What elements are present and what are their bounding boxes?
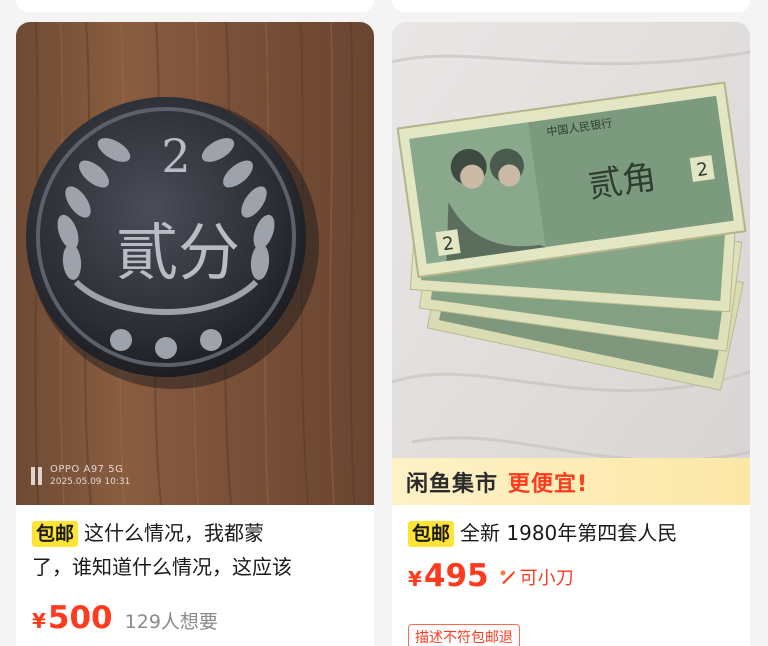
watermark-date: 2025.05.09 10:31 — [50, 477, 131, 487]
product-image-coin[interactable]: 2 貳分 — [16, 22, 374, 505]
title-line-2: 了，谁知道什么情况，这应该 — [32, 555, 292, 579]
product-title[interactable]: 包邮 全新 1980年第四套人民 — [408, 516, 738, 550]
price-row: ¥ 495 可小刀 — [408, 558, 574, 594]
knife-icon — [500, 570, 515, 584]
free-shipping-tag: 包邮 — [32, 521, 79, 547]
banner-accent: 更便宜! — [508, 471, 589, 497]
price-row: ¥ 500 129人想要 — [32, 600, 218, 636]
coin-denomination-text: 2 — [161, 129, 190, 183]
product-title[interactable]: 包邮 这什么情况，我都蒙 了，谁知道什么情况，这应该 — [32, 516, 362, 584]
xianyu-market-banner[interactable]: 闲鱼集市 更便宜! — [392, 458, 750, 505]
watermark-model: OPPO A97 5G — [50, 464, 124, 475]
return-policy-badge: 描述不符包邮退 — [408, 624, 520, 646]
coin-inscription-text: 貳分 — [116, 216, 240, 289]
banner-brand: 闲鱼集市 — [406, 471, 499, 497]
title-line-1: 全新 1980年第四套人民 — [460, 521, 678, 545]
camera-watermark: OPPO A97 5G 2025.05.09 10:31 — [30, 464, 130, 488]
free-shipping-tag: 包邮 — [408, 521, 455, 547]
price-value: 495 — [423, 558, 489, 594]
product-card-banknotes[interactable]: 贰角 中国人民银行 2 2 闲鱼集市 更便宜! 包邮 全新 1980年第四套人民 … — [392, 22, 750, 646]
currency-symbol: ¥ — [32, 609, 46, 633]
currency-symbol: ¥ — [408, 567, 422, 591]
product-card-coin[interactable]: 2 貳分 OPPO A97 5G 2025.05.09 10:31 包邮 这什么… — [16, 22, 374, 646]
haggle-badge: 可小刀 — [499, 564, 574, 590]
camera-brand-icon — [31, 467, 42, 485]
title-line-1: 这什么情况，我都蒙 — [84, 521, 265, 545]
haggle-text: 可小刀 — [519, 568, 574, 589]
previous-card-bottom — [16, 0, 374, 12]
product-image-banknotes[interactable]: 贰角 中国人民银行 2 2 — [392, 22, 750, 505]
price-value: 500 — [47, 600, 113, 636]
wants-count: 129人想要 — [124, 611, 218, 633]
previous-card-bottom — [392, 0, 750, 12]
